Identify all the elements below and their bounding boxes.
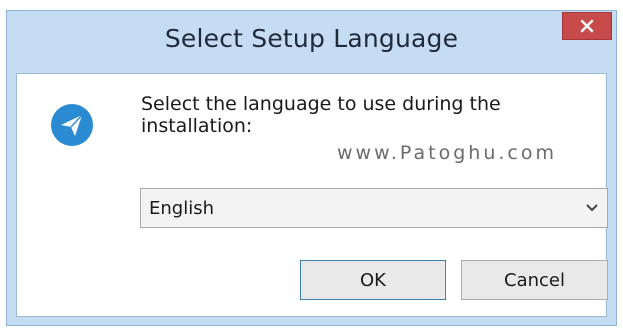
close-icon — [580, 19, 594, 33]
dialog-content: Select the language to use during the in… — [16, 73, 608, 317]
window-title: Select Setup Language — [164, 24, 459, 53]
ok-button[interactable]: OK — [300, 260, 446, 300]
selected-language: English — [149, 198, 214, 219]
watermark-text: www.Patoghu.com — [337, 142, 557, 164]
chevron-down-icon[interactable] — [585, 203, 599, 213]
language-prompt: Select the language to use during the in… — [141, 93, 501, 137]
cancel-button[interactable]: Cancel — [461, 260, 608, 300]
setup-window: Select Setup Language Select the languag… — [0, 0, 623, 336]
window-frame: Select Setup Language Select the languag… — [6, 10, 617, 326]
language-select[interactable]: English — [140, 188, 608, 228]
close-button[interactable] — [562, 12, 612, 40]
title-bar[interactable]: Select Setup Language — [7, 11, 616, 71]
setup-icon — [51, 104, 93, 146]
